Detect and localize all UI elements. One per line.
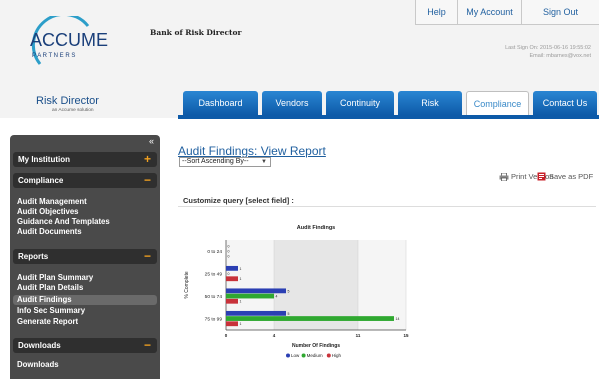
tab-risk[interactable]: Risk — [398, 91, 462, 115]
data-label: 0 — [228, 249, 230, 253]
chart-bar-high — [226, 321, 238, 327]
data-label: 1 — [240, 277, 242, 281]
legend-label: Medium — [307, 353, 323, 358]
tab-contact-us[interactable]: Contact Us — [533, 91, 597, 115]
sign-out-link[interactable]: Sign Out — [521, 0, 599, 25]
section-title: Downloads — [18, 341, 61, 350]
user-email-text: Email: mbarnes@vox.net — [529, 53, 591, 59]
tab-dashboard[interactable]: Dashboard — [183, 91, 258, 115]
chart-bar-high — [226, 298, 238, 304]
sidebar-item-audit-documents[interactable]: Audit Documents — [13, 227, 157, 237]
sidebar-item-audit-objectives[interactable]: Audit Objectives — [13, 207, 157, 217]
data-label: 1 — [240, 300, 242, 304]
logo-wordmark: ACCUME — [30, 30, 108, 50]
data-label: 5 — [288, 312, 290, 316]
legend-label: Low — [291, 353, 300, 358]
save-as-pdf-label: Save as PDF — [549, 172, 594, 181]
legend-marker-low — [286, 353, 290, 358]
chart-bar-low — [226, 288, 286, 294]
x-tick-label: 4 — [273, 333, 276, 338]
last-sign-on-info: Last Sign On: 2015-06-16 19:55:02 Email:… — [505, 44, 591, 60]
sidebar-item-generate-report[interactable]: Generate Report — [13, 317, 157, 327]
institution-name: Bank of Risk Director — [150, 28, 242, 37]
y-tick-label: 25 to 49 — [205, 272, 223, 278]
logo-subtitle: P A R T N E R S — [32, 53, 75, 59]
nav-underline — [178, 115, 599, 119]
legend-marker-medium — [301, 353, 306, 358]
sidebar-item-audit-management[interactable]: Audit Management — [13, 197, 157, 207]
sidebar-item-audit-plan-summary[interactable]: Audit Plan Summary — [13, 273, 157, 283]
x-tick-label: 0 — [225, 333, 228, 338]
sidebar-item-guidance-templates[interactable]: Guidance And Templates — [13, 217, 157, 227]
data-label: 5 — [288, 289, 290, 293]
section-title: Reports — [18, 252, 49, 261]
collapse-icon[interactable]: − — [144, 339, 151, 351]
utility-nav: Help My Account Sign Out — [415, 0, 599, 25]
data-label: 4 — [276, 294, 278, 298]
y-axis-label: % Complete — [184, 271, 190, 298]
main-nav: Dashboard Vendors Continuity Risk Compli… — [0, 91, 599, 115]
y-tick-label: 75 to 99 — [205, 317, 223, 323]
customize-query-label[interactable]: Customize query [select field] : — [183, 196, 294, 205]
y-tick-label: 50 to 74 — [205, 294, 223, 300]
y-tick-label: 0 to 24 — [207, 249, 222, 255]
data-label: 0 — [228, 255, 230, 259]
data-label: 0 — [228, 272, 230, 276]
audit-findings-chart: Audit Findings0 4 11 150 to 2400025 to 4910… — [184, 225, 409, 358]
expand-icon[interactable]: + — [144, 153, 151, 165]
tab-compliance[interactable]: Compliance — [466, 91, 529, 115]
legend-label: High — [332, 353, 342, 358]
divider — [178, 206, 596, 207]
page-title: Audit Findings: View Report — [178, 144, 326, 158]
help-link[interactable]: Help — [415, 0, 457, 25]
chart-title: Audit Findings — [297, 225, 336, 231]
my-account-link[interactable]: My Account — [457, 0, 521, 25]
chevron-down-icon: ▼ — [261, 159, 267, 165]
sidebar-item-downloads[interactable]: Downloads — [13, 360, 157, 370]
x-tick-label: 15 — [403, 333, 409, 338]
section-title: Compliance — [18, 176, 64, 185]
tab-continuity[interactable]: Continuity — [326, 91, 394, 115]
section-my-institution[interactable]: My Institution + — [13, 152, 157, 167]
chart-bar-low — [226, 310, 286, 316]
data-label: 0 — [228, 244, 230, 248]
sidebar-item-audit-plan-details[interactable]: Audit Plan Details — [13, 283, 157, 293]
section-title: My Institution — [18, 155, 70, 164]
chart-bar-high — [226, 276, 238, 282]
collapse-sidebar-icon[interactable]: « — [149, 136, 154, 146]
sidebar-item-audit-findings[interactable]: Audit Findings — [13, 295, 157, 305]
data-label: 1 — [240, 267, 242, 271]
collapse-icon[interactable]: − — [144, 174, 151, 186]
printer-icon — [499, 172, 509, 181]
pdf-icon — [537, 172, 546, 181]
section-compliance[interactable]: Compliance − — [13, 173, 157, 188]
section-downloads[interactable]: Downloads − — [13, 338, 157, 353]
chart-bar-low — [226, 265, 238, 271]
save-as-pdf-link[interactable]: Save as PDF — [537, 172, 593, 181]
data-label: 14 — [396, 317, 400, 321]
chart-bar-medium — [226, 293, 274, 299]
section-reports[interactable]: Reports − — [13, 249, 157, 264]
collapse-icon[interactable]: − — [144, 250, 151, 262]
last-sign-on-text: Last Sign On: 2015-06-16 19:55:02 — [505, 45, 591, 51]
legend-marker-high — [326, 353, 331, 358]
x-axis-label: Number Of Findings — [292, 343, 340, 349]
x-tick-label: 11 — [356, 333, 361, 338]
sidebar-item-info-sec-summary[interactable]: Info Sec Summary — [13, 306, 157, 316]
sort-select-value: --Sort Ascending By-- — [182, 158, 249, 165]
sort-select[interactable]: --Sort Ascending By-- ▼ — [179, 157, 271, 167]
accume-logo[interactable]: ACCUME P A R T N E R S — [18, 16, 122, 72]
tab-vendors[interactable]: Vendors — [262, 91, 322, 115]
chart-bar-medium — [226, 316, 394, 321]
sidebar: « My Institution + Compliance − Audit Ma… — [10, 135, 160, 379]
data-label: 1 — [240, 322, 242, 326]
